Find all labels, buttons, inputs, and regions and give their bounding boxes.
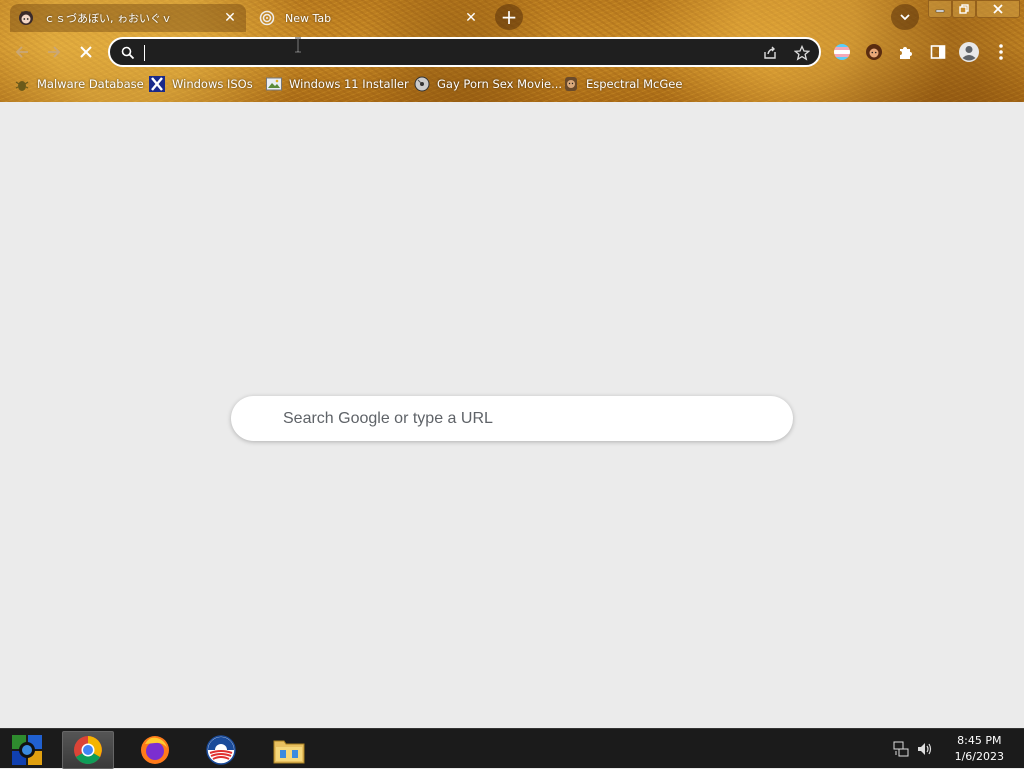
anime-girl-icon [18, 10, 34, 26]
taskbar-chrome[interactable] [62, 731, 114, 769]
stop-x-icon [80, 46, 92, 58]
obama-logo-icon [206, 735, 236, 765]
windows-orb-icon [12, 735, 42, 765]
bug-icon [14, 76, 30, 92]
taskbar-firefox[interactable] [134, 731, 176, 769]
system-clock[interactable]: 8:45 PM 1/6/2023 [955, 733, 1004, 765]
clock-date: 1/6/2023 [954, 750, 1004, 763]
bookmark-movie[interactable]: Gay Porn Sex Movie... [414, 75, 562, 93]
taskbar-file-explorer[interactable] [266, 731, 312, 769]
browser-frame: ｃｓづあぼい, ゎおいぐｖ ✕ New Tab ✕ + Malware Data… [0, 0, 1024, 102]
image-icon [266, 76, 282, 92]
bookmark-malware-database[interactable]: Malware Database [14, 75, 144, 93]
text-cursor-icon [295, 37, 301, 53]
taskbar: 8:45 PM 1/6/2023 [0, 728, 1024, 769]
minimize-icon [935, 9, 945, 13]
minimize-button[interactable] [928, 0, 952, 18]
tab-anime[interactable]: ｃｓづあぼい, ゎおいぐｖ ✕ [10, 4, 246, 32]
back-arrow-icon [15, 46, 28, 58]
face-icon [563, 76, 579, 92]
bookmark-label: Espectral McGee [586, 77, 683, 91]
search-icon [121, 46, 135, 60]
close-icon[interactable]: ✕ [463, 10, 479, 26]
close-window-button[interactable] [976, 0, 1020, 18]
close-icon[interactable]: ✕ [222, 10, 238, 26]
side-panel-icon[interactable] [927, 41, 949, 63]
forward-button[interactable] [40, 38, 68, 66]
plus-icon: + [500, 5, 518, 29]
tab-search-button[interactable] [891, 4, 919, 30]
menu-kebab-icon[interactable] [990, 41, 1012, 63]
chrome-icon [74, 736, 102, 764]
text-caret [144, 45, 145, 61]
network-icon[interactable] [893, 741, 909, 757]
forward-arrow-icon [48, 46, 61, 58]
avatar-extension-icon[interactable] [863, 41, 885, 63]
ntp-search-box[interactable]: Search Google or type a URL [231, 396, 793, 441]
firefox-icon [141, 736, 169, 764]
bookmark-label: Windows ISOs [172, 77, 253, 91]
start-button[interactable] [6, 731, 48, 769]
share-icon[interactable] [762, 45, 778, 61]
bookmark-label: Windows 11 Installer [289, 77, 409, 91]
bookmark-label: Gay Porn Sex Movie... [437, 77, 563, 91]
bookmark-label: Malware Database [37, 77, 144, 91]
tab-new-tab[interactable]: New Tab ✕ [251, 4, 487, 32]
new-tab-button[interactable]: + [495, 4, 523, 30]
x-logo-icon [149, 76, 165, 92]
cd-icon [414, 76, 430, 92]
tab-title: ｃｓづあぼい, ゎおいぐｖ [44, 12, 172, 25]
ntp-search-placeholder: Search Google or type a URL [283, 409, 493, 427]
bookmark-espectral-mcgee[interactable]: Espectral McGee [563, 75, 682, 93]
restore-icon [959, 4, 969, 14]
puzzle-icon[interactable] [895, 41, 917, 63]
clock-time: 8:45 PM [957, 734, 1002, 747]
restore-button[interactable] [952, 0, 976, 18]
close-icon [993, 4, 1003, 14]
back-button[interactable] [8, 38, 36, 66]
bookmark-windows-11-installer[interactable]: Windows 11 Installer [266, 75, 409, 93]
address-bar[interactable] [108, 37, 821, 67]
chrome-newtab-icon [259, 10, 275, 26]
trans-flag-extension-icon[interactable] [831, 41, 853, 63]
tab-title: New Tab [285, 11, 332, 25]
volume-icon[interactable] [916, 741, 934, 757]
folder-icon [273, 740, 305, 764]
taskbar-obama-icon[interactable] [200, 731, 242, 769]
stop-button[interactable] [72, 38, 100, 66]
bookmark-windows-isos[interactable]: Windows ISOs [149, 75, 253, 93]
chevron-down-icon [900, 14, 910, 21]
profile-icon[interactable] [958, 41, 980, 63]
star-icon[interactable] [794, 45, 810, 61]
